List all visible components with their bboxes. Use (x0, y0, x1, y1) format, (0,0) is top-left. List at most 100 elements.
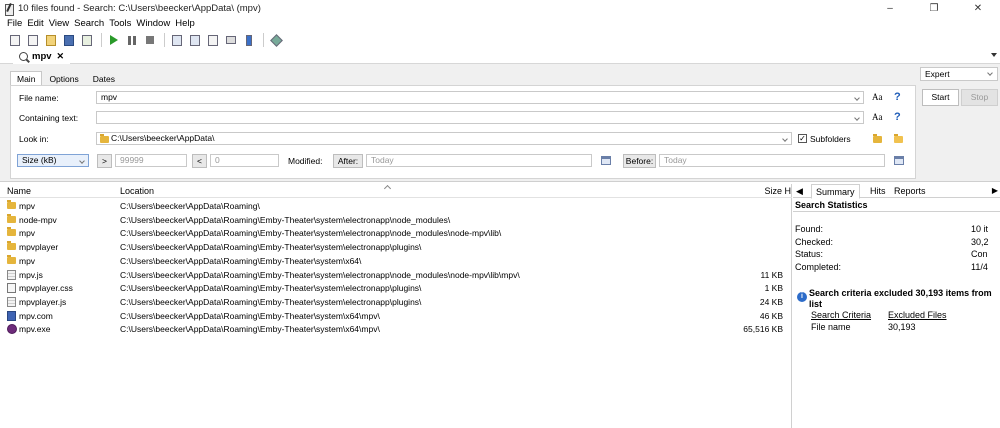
criteria-value: File name (811, 322, 851, 332)
tools-icon[interactable] (269, 33, 283, 47)
subfolders-checkbox[interactable]: ✓ (798, 134, 807, 143)
export-icon[interactable] (80, 33, 94, 47)
greater-than-button[interactable]: > (97, 154, 112, 168)
close-tab-icon[interactable]: ✕ (57, 51, 65, 62)
match-case-button-text[interactable]: Aa (872, 112, 883, 122)
start-icon[interactable] (107, 33, 121, 47)
file-name-cell: mpvplayer.js (19, 296, 67, 307)
modified-label: Modified: (288, 156, 323, 166)
minimize-button[interactable]: – (868, 0, 912, 17)
tab-reports[interactable]: Reports (894, 186, 926, 196)
folder-icon (7, 227, 16, 237)
column-header-location[interactable]: Location (120, 186, 154, 196)
browse-folder-icon[interactable] (873, 134, 882, 143)
toolbar (0, 31, 1000, 49)
sort-ascending-icon (383, 184, 392, 193)
exe-file-icon (7, 324, 17, 335)
file-name-cell: mpv (19, 228, 36, 239)
table-row[interactable]: mpv C:\Users\beecker\AppData\Roaming\Emb… (0, 226, 792, 240)
properties-icon[interactable] (206, 33, 220, 47)
layout-icon[interactable] (170, 33, 184, 47)
menu-view[interactable]: View (49, 18, 69, 29)
com-file-icon (7, 310, 16, 321)
save-icon[interactable] (62, 33, 76, 47)
table-row[interactable]: mpvplayer.js C:\Users\beecker\AppData\Ro… (0, 295, 792, 309)
table-row[interactable]: mpv C:\Users\beecker\AppData\Roaming\ (0, 199, 792, 213)
status-value: Con (971, 249, 988, 259)
completed-label: Completed: (795, 261, 842, 272)
file-name-cell: node-mpv (19, 214, 57, 225)
location-cell: C:\Users\beecker\AppData\Roaming\Emby-Th… (120, 269, 520, 280)
after-calendar-icon[interactable] (601, 156, 611, 165)
menu-help[interactable]: Help (175, 18, 195, 29)
location-cell: C:\Users\beecker\AppData\Roaming\Emby-Th… (120, 296, 422, 307)
tab-main[interactable]: Main (10, 71, 43, 86)
tab-hits[interactable]: Hits (870, 186, 886, 196)
view-icon[interactable] (188, 33, 202, 47)
help-icon[interactable]: ? (894, 91, 901, 103)
folder-icon (7, 241, 16, 251)
table-row[interactable]: mpv.js C:\Users\beecker\AppData\Roaming\… (0, 268, 792, 282)
table-row[interactable]: node-mpv C:\Users\beecker\AppData\Roamin… (0, 213, 792, 227)
column-header-name[interactable]: Name (7, 186, 31, 196)
start-button[interactable]: Start (922, 89, 959, 106)
pause-icon[interactable] (125, 33, 139, 47)
tab-summary[interactable]: Summary (811, 184, 860, 199)
menu-search[interactable]: Search (74, 18, 104, 29)
divider (793, 211, 1000, 212)
help-icon-text[interactable]: ? (894, 111, 901, 123)
min-size-field[interactable]: 99999 (115, 154, 187, 167)
tab-options[interactable]: Options (42, 71, 85, 85)
print-icon[interactable] (224, 33, 238, 47)
open-icon[interactable] (44, 33, 58, 47)
tab-list-dropdown-icon[interactable] (991, 53, 997, 57)
less-than-button[interactable]: < (192, 154, 207, 168)
column-header-size[interactable]: Size H (764, 186, 791, 196)
max-size-field[interactable]: 0 (210, 154, 279, 167)
file-name-cell: mpv.com (19, 310, 53, 321)
stop-icon[interactable] (143, 33, 157, 47)
summary-panel: ◀ Summary Hits Reports ▶ Search Statisti… (793, 184, 1000, 428)
new-search-icon[interactable] (8, 33, 22, 47)
folder-options-icon[interactable] (894, 134, 903, 143)
table-row[interactable]: mpvplayer C:\Users\beecker\AppData\Roami… (0, 240, 792, 254)
search-statistics-title: Search Statistics (795, 200, 868, 210)
containing-text-field[interactable] (96, 111, 864, 124)
look-in-field[interactable]: C:\Users\beecker\AppData\ (96, 132, 792, 145)
results-list: Name Location Size H mpv C:\Users\beecke… (0, 184, 792, 428)
location-cell: C:\Users\beecker\AppData\Roaming\Emby-Th… (120, 228, 502, 239)
menu-edit[interactable]: Edit (27, 18, 43, 29)
tab-dates[interactable]: Dates (86, 71, 122, 85)
menu-tools[interactable]: Tools (109, 18, 131, 29)
table-row[interactable]: mpv.com C:\Users\beecker\AppData\Roaming… (0, 309, 792, 323)
search-tab[interactable]: mpv ✕ (13, 49, 71, 64)
excluded-count: 30,193 (888, 322, 916, 332)
stop-button[interactable]: Stop (961, 89, 998, 106)
copy-icon[interactable] (26, 33, 40, 47)
after-date-field[interactable]: Today (366, 154, 592, 167)
scroll-right-icon[interactable]: ▶ (992, 186, 998, 195)
scroll-left-icon[interactable]: ◀ (796, 186, 803, 197)
size-unit-select[interactable]: Size (kB) (17, 154, 89, 167)
size-cell: 11 KB (760, 269, 783, 280)
css-file-icon (7, 283, 16, 294)
maximize-button[interactable]: ❐ (912, 0, 956, 17)
before-calendar-icon[interactable] (894, 156, 904, 165)
table-row[interactable]: mpv C:\Users\beecker\AppData\Roaming\Emb… (0, 254, 792, 268)
table-row[interactable]: mpvplayer.css C:\Users\beecker\AppData\R… (0, 281, 792, 295)
after-button[interactable]: After: (333, 154, 363, 168)
close-window-button[interactable]: ✕ (956, 0, 1000, 17)
before-date-field[interactable]: Today (659, 154, 885, 167)
help-book-icon[interactable] (242, 33, 256, 47)
mode-select[interactable]: Expert (920, 67, 998, 81)
menu-window[interactable]: Window (136, 18, 170, 29)
subfolders-label: Subfolders (810, 134, 851, 144)
before-button[interactable]: Before: (623, 154, 656, 168)
match-case-button[interactable]: Aa (872, 92, 883, 102)
file-name-cell: mpv.js (19, 269, 43, 280)
table-row[interactable]: mpv.exe C:\Users\beecker\AppData\Roaming… (0, 322, 792, 336)
toolbar-separator (164, 33, 165, 47)
menu-file[interactable]: File (7, 18, 22, 29)
completed-value: 11/4 (971, 261, 988, 272)
file-name-field[interactable]: mpv (96, 91, 864, 104)
